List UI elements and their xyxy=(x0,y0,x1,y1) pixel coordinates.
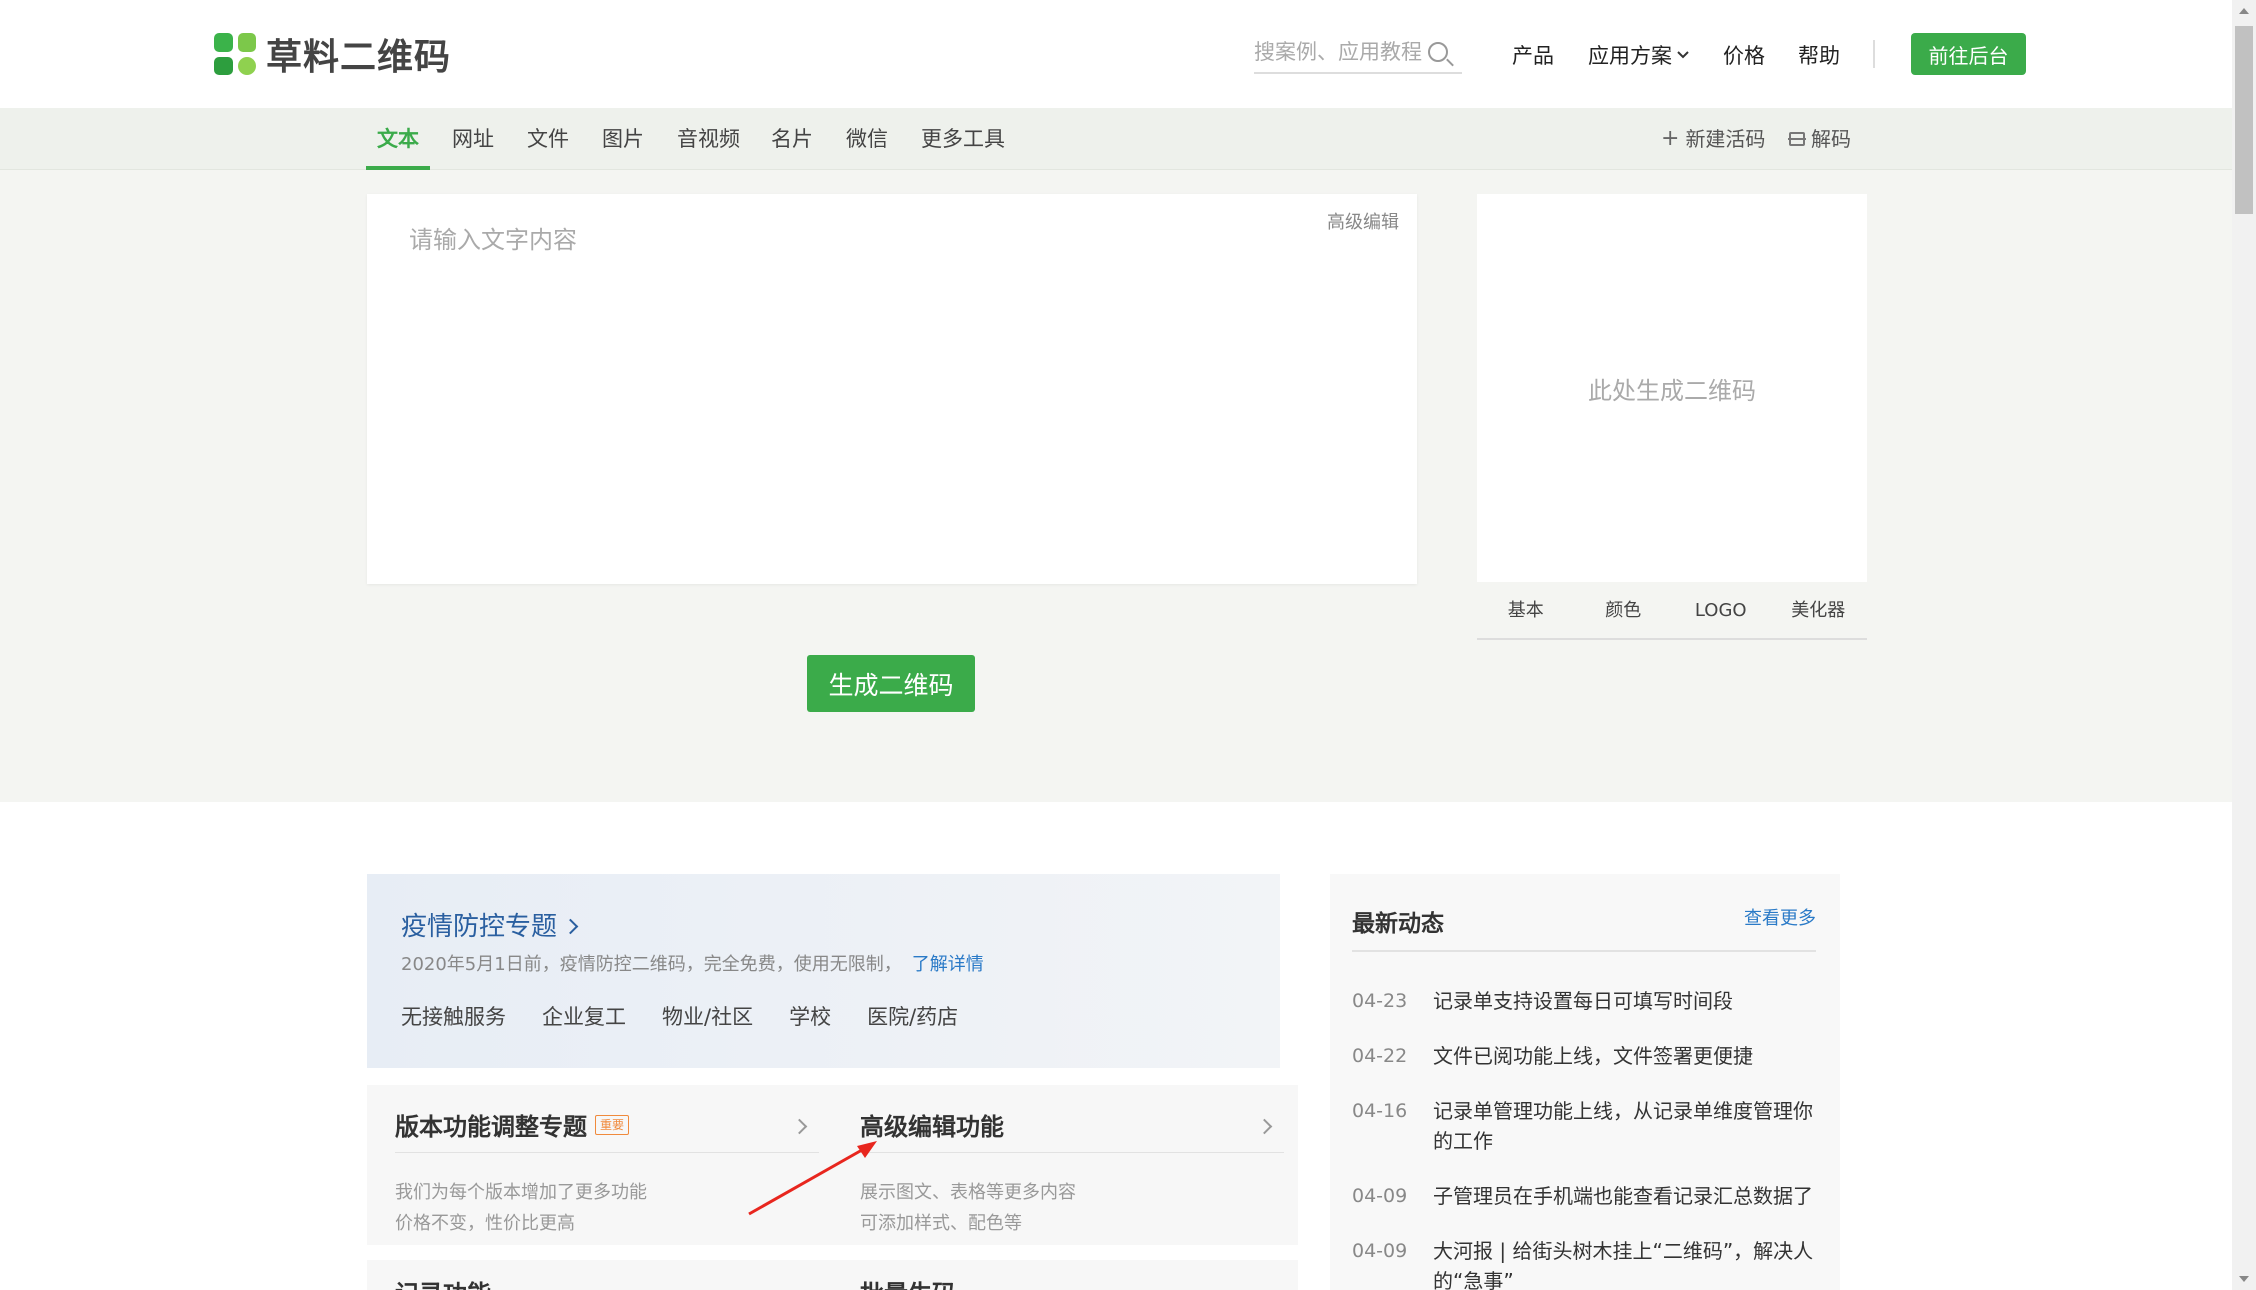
new-live-code-button[interactable]: + 新建活码 xyxy=(1661,108,1765,170)
feature-card-batch[interactable]: 批量生码 xyxy=(832,1260,1298,1290)
card-title-text: 版本功能调整专题 xyxy=(395,1113,587,1141)
text-editor[interactable]: 高级编辑 xyxy=(367,194,1417,584)
feature-card-advanced-edit[interactable]: 高级编辑功能 展示图文、表格等更多内容 可添加样式、配色等 xyxy=(832,1085,1298,1245)
tag-property[interactable]: 物业/社区 xyxy=(662,1001,753,1031)
epidemic-title-text: 疫情防控专题 xyxy=(401,912,558,942)
qr-preview: 此处生成二维码 xyxy=(1477,194,1867,582)
tab-business-card[interactable]: 名片 xyxy=(771,108,813,170)
search-input[interactable] xyxy=(1254,40,1424,64)
tab-text[interactable]: 文本 xyxy=(377,108,419,170)
news-date: 04-23 xyxy=(1352,990,1408,1012)
scroll-down-icon[interactable] xyxy=(2239,1276,2249,1282)
top-header: 草料二维码 产品 应用方案 价格 帮助 前往后台 xyxy=(0,0,2232,108)
generate-qr-button[interactable]: 生成二维码 xyxy=(807,655,975,712)
feature-card-records[interactable]: 记录功能 xyxy=(367,1260,833,1290)
news-text: 子管理员在手机端也能查看记录汇总数据了 xyxy=(1433,1184,1813,1208)
qr-tab-beautifier[interactable]: 美化器 xyxy=(1770,588,1868,638)
chevron-right-icon xyxy=(1256,1118,1273,1135)
plus-icon: + xyxy=(1661,126,1680,151)
news-item[interactable]: 04-09 子管理员在手机端也能查看记录汇总数据了 xyxy=(1352,1181,1822,1211)
decode-label: 解码 xyxy=(1811,127,1851,151)
nav-solutions-label: 应用方案 xyxy=(1588,44,1672,68)
card-title: 高级编辑功能 xyxy=(860,1107,1004,1142)
epidemic-title[interactable]: 疫情防控专题 xyxy=(401,906,579,943)
nav-solutions[interactable]: 应用方案 xyxy=(1588,40,1690,70)
card-divider xyxy=(860,1152,1284,1153)
news-item[interactable]: 04-23 记录单支持设置每日可填写时间段 xyxy=(1352,986,1822,1016)
tag-hospital[interactable]: 医院/药店 xyxy=(867,1001,958,1031)
nav-divider xyxy=(1873,40,1875,68)
search-icon[interactable] xyxy=(1428,42,1448,62)
news-date: 04-16 xyxy=(1352,1100,1408,1122)
qr-style-tabs: 基本 颜色 LOGO 美化器 xyxy=(1477,588,1867,640)
news-item[interactable]: 04-09 大河报 | 给街头树木挂上“二维码”，解决人的“急事” xyxy=(1352,1236,1822,1290)
card-title-text: 记录功能 xyxy=(395,1274,491,1290)
news-date: 04-09 xyxy=(1352,1240,1408,1262)
red-arrow-annotation xyxy=(748,1141,877,1216)
card-title-text: 高级编辑功能 xyxy=(860,1113,1004,1141)
logo[interactable]: 草料二维码 xyxy=(214,28,451,80)
go-admin-button[interactable]: 前往后台 xyxy=(1911,33,2026,75)
scroll-thumb[interactable] xyxy=(2235,26,2253,214)
tag-school[interactable]: 学校 xyxy=(789,1001,831,1031)
search-box[interactable] xyxy=(1254,32,1462,74)
card-desc-line: 价格不变，性价比更高 xyxy=(395,1213,575,1234)
news-text: 文件已阅功能上线，文件签署更便捷 xyxy=(1433,1044,1753,1068)
news-panel: 最新动态 查看更多 04-23 记录单支持设置每日可填写时间段 04-22 文件… xyxy=(1330,874,1840,1290)
tab-image[interactable]: 图片 xyxy=(602,108,644,170)
type-tabbar: 文本 网址 文件 图片 音视频 名片 微信 更多工具 + 新建活码 解码 xyxy=(0,108,2232,170)
qr-placeholder-text: 此处生成二维码 xyxy=(1588,376,1756,405)
nav-help[interactable]: 帮助 xyxy=(1798,40,1840,70)
card-desc-line: 展示图文、表格等更多内容 xyxy=(860,1182,1076,1203)
news-divider xyxy=(1352,950,1816,952)
tab-audio-video[interactable]: 音视频 xyxy=(677,108,740,170)
tab-wechat[interactable]: 微信 xyxy=(846,108,888,170)
advanced-edit-link[interactable]: 高级编辑 xyxy=(1327,208,1399,234)
news-date: 04-22 xyxy=(1352,1045,1408,1067)
news-title: 最新动态 xyxy=(1352,911,1444,937)
news-item[interactable]: 04-16 记录单管理功能上线，从记录单维度管理你的工作 xyxy=(1352,1096,1822,1156)
nav-pricing[interactable]: 价格 xyxy=(1723,40,1765,70)
epidemic-description: 2020年5月1日前，疫情防控二维码，完全免费，使用无限制， 了解详情 xyxy=(401,950,984,976)
logo-icon xyxy=(214,33,256,75)
tab-more-tools[interactable]: 更多工具 xyxy=(921,108,1005,170)
scan-icon xyxy=(1788,132,1806,146)
chevron-down-icon xyxy=(1677,51,1689,59)
news-text: 记录单支持设置每日可填写时间段 xyxy=(1433,989,1733,1013)
logo-text: 草料二维码 xyxy=(266,37,452,78)
page-scrollbar[interactable] xyxy=(2232,0,2256,1290)
nav-product[interactable]: 产品 xyxy=(1512,40,1554,70)
qr-tab-logo[interactable]: LOGO xyxy=(1672,588,1770,638)
decode-button[interactable]: 解码 xyxy=(1788,108,1851,170)
tag-resume-work[interactable]: 企业复工 xyxy=(542,1001,626,1031)
epidemic-desc-text: 2020年5月1日前，疫情防控二维码，完全免费，使用无限制， xyxy=(401,954,902,975)
news-item[interactable]: 04-22 文件已阅功能上线，文件签署更便捷 xyxy=(1352,1041,1822,1071)
scroll-up-icon[interactable] xyxy=(2239,8,2249,14)
tab-file[interactable]: 文件 xyxy=(527,108,569,170)
tag-contactless[interactable]: 无接触服务 xyxy=(401,1001,506,1031)
qr-tab-color[interactable]: 颜色 xyxy=(1575,588,1673,638)
tab-url[interactable]: 网址 xyxy=(452,108,494,170)
news-text: 大河报 | 给街头树木挂上“二维码”，解决人的“急事” xyxy=(1433,1239,1814,1290)
qr-tab-basic[interactable]: 基本 xyxy=(1477,588,1575,638)
epidemic-banner: 疫情防控专题 2020年5月1日前，疫情防控二维码，完全免费，使用无限制， 了解详… xyxy=(367,874,1280,1068)
text-content-input[interactable] xyxy=(409,220,1309,540)
chevron-right-icon xyxy=(562,918,579,935)
important-badge: 重要 xyxy=(595,1114,630,1135)
card-desc-line: 我们为每个版本增加了更多功能 xyxy=(395,1182,647,1203)
news-text: 记录单管理功能上线，从记录单维度管理你的工作 xyxy=(1433,1099,1813,1153)
epidemic-tags: 无接触服务 企业复工 物业/社区 学校 医院/药店 xyxy=(401,1001,958,1031)
card-desc-line: 可添加样式、配色等 xyxy=(860,1213,1022,1234)
chevron-right-icon xyxy=(791,1118,808,1135)
card-title: 版本功能调整专题 重要 xyxy=(395,1107,630,1142)
news-date: 04-09 xyxy=(1352,1185,1408,1207)
news-more-link[interactable]: 查看更多 xyxy=(1744,904,1816,930)
new-live-code-label: 新建活码 xyxy=(1685,127,1766,151)
learn-more-link[interactable]: 了解详情 xyxy=(912,954,984,975)
card-title-text: 批量生码 xyxy=(860,1274,956,1290)
